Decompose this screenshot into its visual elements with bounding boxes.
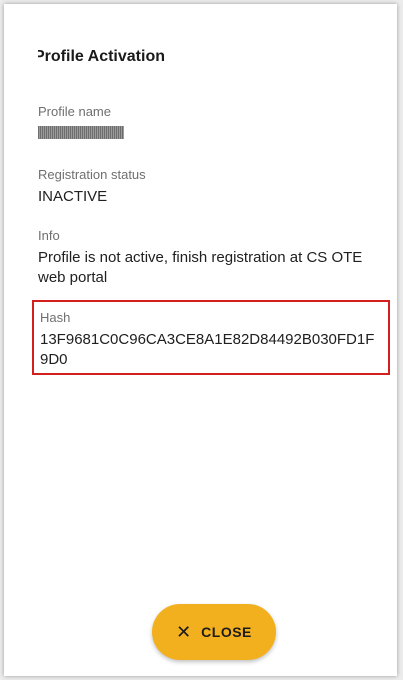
- hash-label: Hash: [40, 310, 71, 325]
- hash-value: 13F9681C0C96CA3CE8A1E82D84492B030FD1F9D0: [40, 331, 375, 368]
- hash-field: Hash 13F9681C0C96CA3CE8A1E82D84492B030FD…: [40, 310, 380, 370]
- registration-status-value: INACTIVE: [38, 188, 108, 205]
- info-field: Info Profile is not active, finish regis…: [38, 228, 393, 288]
- registration-status-field: Registration status INACTIVE: [38, 167, 393, 207]
- profile-name-field: Profile name: [38, 104, 393, 139]
- close-button[interactable]: ✕ CLOSE: [152, 604, 276, 660]
- title-clip-edge: [4, 40, 38, 72]
- dialog-title: Profile Activation: [34, 48, 165, 65]
- close-icon: ✕: [176, 622, 192, 642]
- hash-highlight-box: Hash 13F9681C0C96CA3CE8A1E82D84492B030FD…: [32, 300, 390, 375]
- profile-name-redacted: [38, 126, 124, 139]
- profile-name-label: Profile name: [38, 104, 111, 119]
- registration-status-label: Registration status: [38, 167, 146, 182]
- info-label: Info: [38, 228, 60, 243]
- close-button-label: CLOSE: [201, 624, 252, 640]
- info-value: Profile is not active, finish registrati…: [38, 249, 363, 286]
- profile-activation-dialog: Profile Activation Profile name Registra…: [4, 4, 397, 676]
